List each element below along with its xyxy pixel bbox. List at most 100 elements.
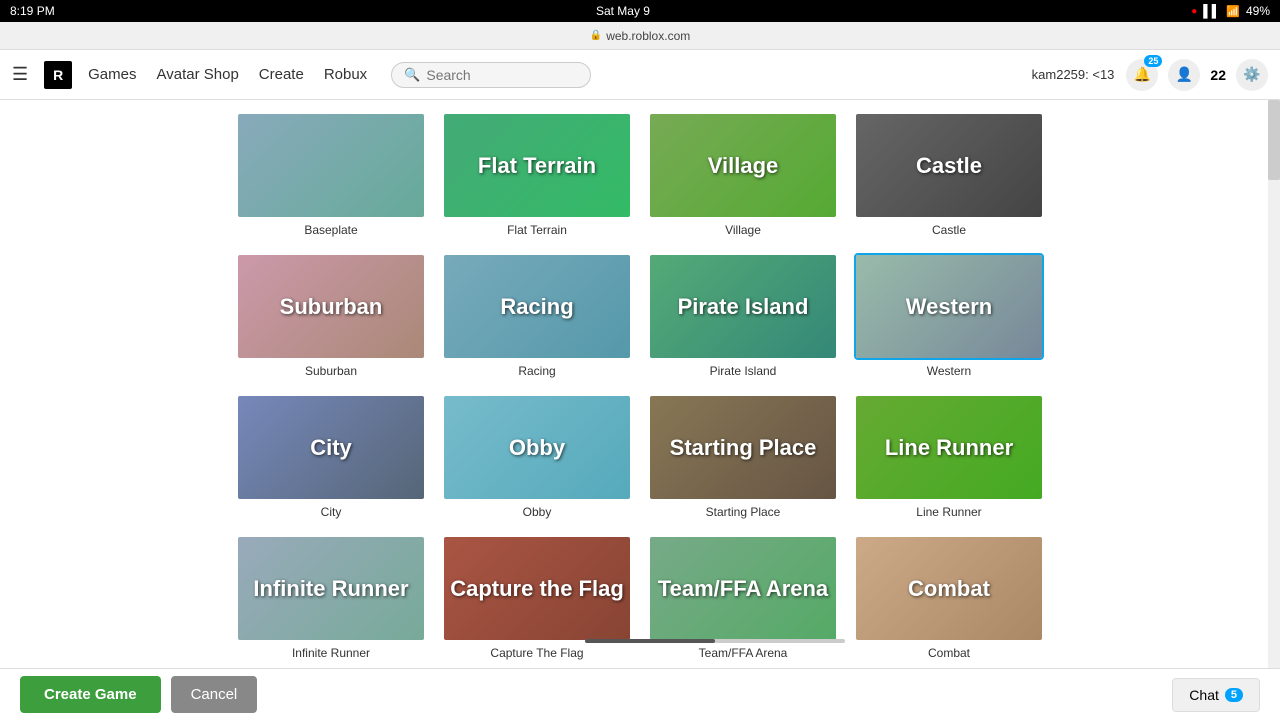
template-thumb-city: City xyxy=(236,394,426,501)
template-label-obby: Obby xyxy=(523,505,552,519)
template-label-western: Western xyxy=(927,364,971,378)
chat-button[interactable]: Chat 5 xyxy=(1172,678,1260,712)
template-label-line-runner: Line Runner xyxy=(916,505,981,519)
template-thumb-castle: Castle xyxy=(854,112,1044,219)
template-thumb-suburban: Suburban xyxy=(236,253,426,360)
avatar-button[interactable]: 👤 xyxy=(1168,59,1200,91)
template-image-combat: Combat xyxy=(856,537,1042,640)
status-right: ● ▌▌ 📶 49% xyxy=(1191,4,1270,18)
template-label-capture-flag: Capture The Flag xyxy=(490,646,583,660)
search-input[interactable] xyxy=(426,67,578,83)
bottom-bar: Create Game Cancel Chat 5 xyxy=(0,668,1280,720)
status-battery: 49% xyxy=(1246,4,1270,18)
scroll-thumb[interactable] xyxy=(585,639,715,643)
template-item-pirate-island[interactable]: Pirate IslandPirate Island xyxy=(648,253,838,378)
username: kam2259: <13 xyxy=(1032,67,1115,82)
template-label-castle: Castle xyxy=(932,223,966,237)
template-image-castle: Castle xyxy=(856,114,1042,217)
template-thumb-capture-flag: Capture the Flag xyxy=(442,535,632,642)
settings-button[interactable]: ⚙️ xyxy=(1236,59,1268,91)
template-label-pirate-island: Pirate Island xyxy=(710,364,777,378)
nav-avatar-shop[interactable]: Avatar Shop xyxy=(157,62,239,87)
scrollbar-thumb[interactable] xyxy=(1268,100,1280,180)
template-label-combat: Combat xyxy=(928,646,970,660)
menu-icon[interactable]: ☰ xyxy=(12,64,28,85)
template-label-racing: Racing xyxy=(518,364,555,378)
status-wifi: 📶 xyxy=(1226,5,1240,18)
template-item-combat[interactable]: Combat Combat xyxy=(854,535,1044,660)
template-image-western: Western xyxy=(856,255,1042,358)
nav-games[interactable]: Games xyxy=(88,62,136,87)
scroll-track xyxy=(585,639,845,643)
template-item-castle[interactable]: Castle Castle xyxy=(854,112,1044,237)
template-image-capture-flag: Capture the Flag xyxy=(444,537,630,640)
template-item-western[interactable]: Western Western xyxy=(854,253,1044,378)
url-text: web.roblox.com xyxy=(606,29,690,43)
template-label-flat-terrain: Flat Terrain xyxy=(507,223,567,237)
template-thumb-starting-place: Starting Place xyxy=(648,394,838,501)
template-item-suburban[interactable]: Suburban Suburban xyxy=(236,253,426,378)
search-icon: 🔍 xyxy=(404,67,420,83)
template-label-baseplate: Baseplate xyxy=(304,223,357,237)
template-item-baseplate[interactable]: Baseplate xyxy=(236,112,426,237)
nav-right: kam2259: <13 🔔 25 👤 22 ⚙️ xyxy=(1032,59,1268,91)
nav-icons: 🔔 25 👤 22 ⚙️ xyxy=(1126,59,1268,91)
template-thumb-obby: Obby xyxy=(442,394,632,501)
template-item-starting-place[interactable]: Starting Place Starting Place xyxy=(648,394,838,519)
template-item-city[interactable]: City City xyxy=(236,394,426,519)
cancel-button[interactable]: Cancel xyxy=(171,676,258,713)
template-image-suburban: Suburban xyxy=(238,255,424,358)
notifications-button[interactable]: 🔔 25 xyxy=(1126,59,1158,91)
template-label-suburban: Suburban xyxy=(305,364,357,378)
template-label-starting-place: Starting Place xyxy=(706,505,781,519)
right-scrollbar[interactable] xyxy=(1268,100,1280,668)
template-grid: BaseplateFlat TerrainFlat TerrainVillage… xyxy=(140,100,1140,668)
status-record: ● xyxy=(1191,6,1197,17)
template-thumb-village: Village xyxy=(648,112,838,219)
template-image-city: City xyxy=(238,396,424,499)
template-image-infinite-runner: Infinite Runner xyxy=(238,537,424,640)
template-image-team-ffa: Team/FFA Arena xyxy=(650,537,836,640)
chat-count: 22 xyxy=(1210,67,1226,83)
template-thumb-infinite-runner: Infinite Runner xyxy=(236,535,426,642)
nav-bar: ☰ R Games Avatar Shop Create Robux 🔍 kam… xyxy=(0,50,1280,100)
template-thumb-racing: Racing xyxy=(442,253,632,360)
chat-badge: 5 xyxy=(1225,688,1243,702)
template-thumb-baseplate xyxy=(236,112,426,219)
template-item-flat-terrain[interactable]: Flat Terrain Flat Terrain xyxy=(442,112,632,237)
template-thumb-flat-terrain: Flat Terrain xyxy=(442,112,632,219)
lock-icon: 🔒 xyxy=(590,30,602,41)
template-image-flat-terrain: Flat Terrain xyxy=(444,114,630,217)
create-game-button[interactable]: Create Game xyxy=(20,676,161,713)
search-bar[interactable]: 🔍 xyxy=(391,62,591,88)
status-date: Sat May 9 xyxy=(596,4,650,18)
notification-badge: 25 xyxy=(1144,55,1162,67)
template-item-village[interactable]: Village Village xyxy=(648,112,838,237)
url-bar: 🔒 web.roblox.com xyxy=(0,22,1280,50)
logo-text: R xyxy=(53,67,63,83)
template-thumb-line-runner: Line Runner xyxy=(854,394,1044,501)
template-thumb-team-ffa: Team/FFA Arena xyxy=(648,535,838,642)
status-time: 8:19 PM xyxy=(10,4,55,18)
template-image-racing: Racing xyxy=(444,255,630,358)
nav-robux[interactable]: Robux xyxy=(324,62,367,87)
main-content: BaseplateFlat TerrainFlat TerrainVillage… xyxy=(0,100,1280,668)
chat-label: Chat xyxy=(1189,687,1219,703)
template-label-city: City xyxy=(321,505,342,519)
template-image-obby: Obby xyxy=(444,396,630,499)
status-signal: ▌▌ xyxy=(1203,4,1220,18)
status-bar: 8:19 PM Sat May 9 ● ▌▌ 📶 49% xyxy=(0,0,1280,22)
template-thumb-western: Western xyxy=(854,253,1044,360)
template-image-starting-place: Starting Place xyxy=(650,396,836,499)
template-image-line-runner: Line Runner xyxy=(856,396,1042,499)
template-item-obby[interactable]: Obby Obby xyxy=(442,394,632,519)
template-item-line-runner[interactable]: Line Runner Line Runner xyxy=(854,394,1044,519)
roblox-logo[interactable]: R xyxy=(44,61,72,89)
template-image-baseplate xyxy=(238,114,424,217)
nav-links: Games Avatar Shop Create Robux xyxy=(88,62,367,87)
template-item-racing[interactable]: Racing Racing xyxy=(442,253,632,378)
template-label-village: Village xyxy=(725,223,761,237)
template-item-infinite-runner[interactable]: Infinite RunnerInfinite Runner xyxy=(236,535,426,660)
nav-create[interactable]: Create xyxy=(259,62,304,87)
template-image-village: Village xyxy=(650,114,836,217)
